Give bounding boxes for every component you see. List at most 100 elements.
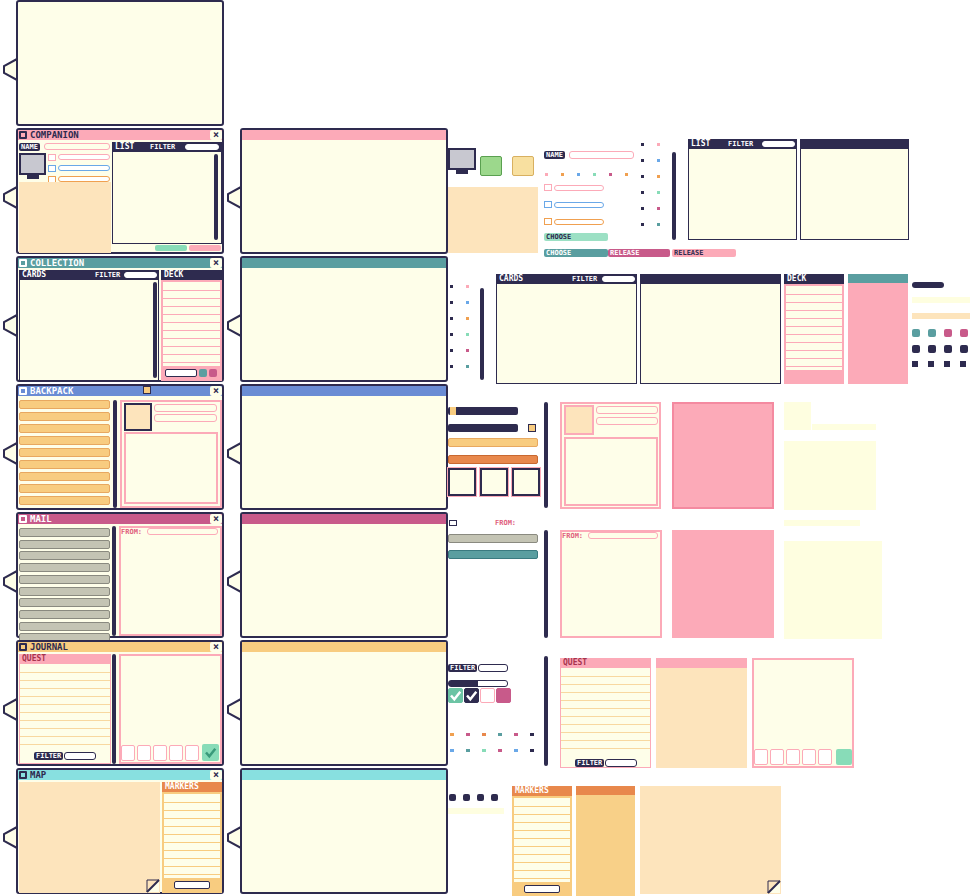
page-field[interactable] (174, 881, 210, 889)
window-title: COMPANION (30, 131, 79, 140)
item-row[interactable] (19, 460, 110, 469)
quest-panel (19, 654, 111, 764)
mail-row[interactable] (19, 587, 110, 596)
scrollbar[interactable] (672, 152, 676, 240)
done-checkbox[interactable] (202, 744, 219, 761)
scrollbar[interactable] (113, 400, 117, 508)
title-bar (242, 642, 446, 652)
checkbox[interactable] (464, 688, 479, 703)
action-button[interactable]: CHOOSE (544, 233, 608, 241)
row-line (786, 302, 842, 303)
color-dot (530, 733, 534, 736)
text-field[interactable] (154, 414, 217, 422)
text-field[interactable] (554, 185, 604, 191)
text-field[interactable] (554, 219, 604, 225)
list-panel (688, 139, 797, 240)
scrollbar[interactable] (153, 282, 157, 378)
text-field[interactable] (605, 759, 637, 767)
color-dot (530, 749, 534, 752)
scrollbar[interactable] (480, 288, 484, 380)
window-frame (16, 0, 224, 126)
text-field[interactable] (58, 154, 110, 160)
title-bar (242, 770, 446, 780)
text-field[interactable] (44, 143, 110, 150)
scrollbar[interactable] (544, 530, 548, 638)
item-row[interactable] (19, 424, 110, 433)
text-field[interactable] (554, 202, 604, 208)
text-field[interactable] (596, 417, 658, 425)
close-icon[interactable]: × (213, 770, 219, 780)
text-field[interactable] (58, 165, 110, 171)
mail-row[interactable] (19, 528, 110, 537)
action-button[interactable]: RELEASE (608, 249, 670, 257)
cancel-button[interactable] (189, 245, 221, 251)
progress-track (448, 680, 508, 687)
close-icon[interactable]: × (213, 130, 219, 140)
close-icon[interactable]: × (213, 386, 219, 396)
close-icon[interactable]: × (213, 642, 219, 652)
row-line (164, 874, 220, 875)
item-row[interactable] (19, 472, 110, 481)
item-row[interactable] (19, 436, 110, 445)
text-field[interactable] (64, 752, 96, 760)
scrollbar[interactable] (112, 526, 116, 636)
color-dot (450, 301, 453, 304)
entry-slot (802, 749, 816, 765)
item-row[interactable] (19, 400, 110, 409)
panel-title: CARDS (499, 275, 523, 283)
mail-row[interactable] (19, 575, 110, 584)
scrollbar[interactable] (544, 656, 548, 766)
mail-row[interactable] (19, 622, 110, 631)
color-dot (657, 159, 660, 162)
close-icon[interactable]: × (213, 514, 219, 524)
text-field[interactable] (124, 272, 157, 278)
close-icon[interactable]: × (213, 258, 219, 268)
sprite-sheet: COMPANION×NAMELISTFILTERNAMECHOOSECHOOSE… (0, 0, 976, 896)
scrollbar[interactable] (544, 402, 548, 508)
item-row (448, 438, 538, 447)
portrait-area (448, 187, 538, 253)
color-dot (657, 191, 660, 194)
action-button[interactable]: RELEASE (672, 249, 736, 257)
item-row[interactable] (19, 496, 110, 505)
item-row[interactable] (19, 484, 110, 493)
list-panel (496, 274, 637, 384)
orange-panel (576, 786, 635, 896)
text-field[interactable] (569, 151, 634, 159)
text-field[interactable] (596, 406, 658, 414)
scrollbar[interactable] (112, 654, 116, 764)
mail-row[interactable] (19, 563, 110, 572)
letter-panel (560, 530, 662, 638)
text-field[interactable] (478, 664, 508, 672)
entry-slot (818, 749, 832, 765)
checkbox[interactable] (448, 688, 463, 703)
item-row[interactable] (19, 412, 110, 421)
item-row[interactable] (19, 448, 110, 457)
checkbox[interactable] (480, 688, 495, 703)
panel-title: QUEST (563, 659, 587, 667)
text-field[interactable] (588, 532, 658, 539)
text-field[interactable] (147, 528, 218, 535)
color-dot (641, 223, 644, 226)
text-field[interactable] (185, 144, 219, 150)
small-button (944, 345, 952, 353)
bar (784, 520, 860, 526)
confirm-button[interactable] (199, 369, 207, 377)
text-field[interactable] (154, 404, 217, 412)
panel-header (800, 139, 909, 149)
small-button (928, 329, 936, 337)
mail-row[interactable] (19, 551, 110, 560)
check-icon (448, 688, 463, 703)
checkbox[interactable] (496, 688, 511, 703)
remove-button[interactable] (209, 369, 217, 377)
scrollbar[interactable] (214, 154, 218, 240)
page-field[interactable] (165, 369, 197, 377)
mail-row[interactable] (19, 540, 110, 549)
mail-row[interactable] (19, 610, 110, 619)
text-field[interactable] (762, 141, 795, 147)
mail-row[interactable] (19, 598, 110, 607)
row-line (163, 298, 220, 299)
action-button[interactable]: CHOOSE (544, 249, 608, 257)
confirm-button[interactable] (155, 245, 187, 251)
text-field[interactable] (602, 276, 635, 282)
